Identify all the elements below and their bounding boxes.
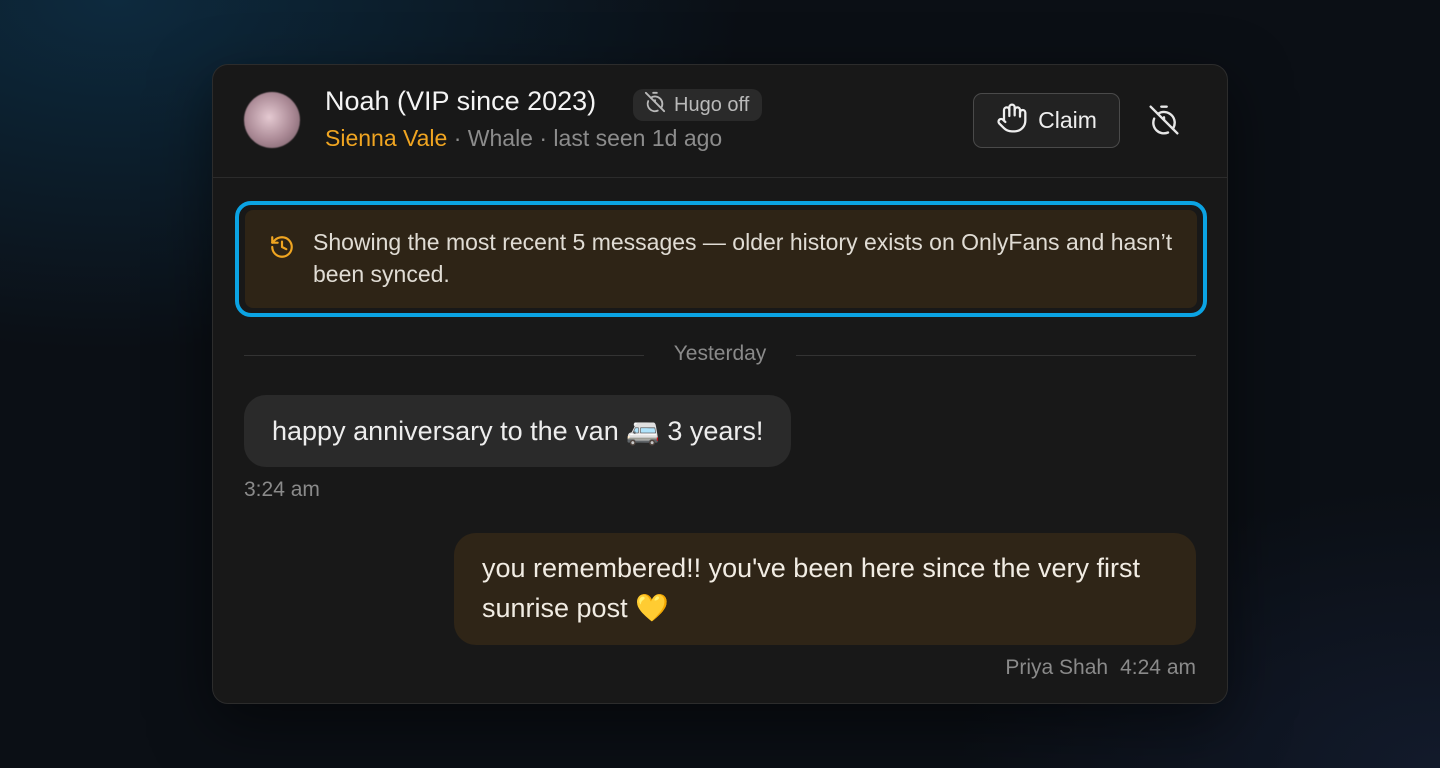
outgoing-message[interactable]: you remembered!! you've been here since …: [454, 533, 1196, 645]
history-icon: [269, 234, 295, 265]
conversation-header: Noah (VIP since 2023) Hugo off Sienna Va…: [213, 65, 1227, 178]
hugo-badge-label: Hugo off: [674, 93, 750, 116]
outgoing-message-meta: Priya Shah 4:24 am: [1005, 656, 1196, 680]
incoming-message-time: 3:24 am: [244, 478, 320, 501]
message-sender: Priya Shah: [1005, 656, 1109, 679]
fan-meta: · Whale · last seen 1d ago: [447, 125, 723, 151]
history-notice: Showing the most recent 5 messages — old…: [245, 210, 1197, 308]
fan-subline: Sienna Vale · Whale · last seen 1d ago: [325, 125, 722, 152]
history-notice-text: Showing the most recent 5 messages — old…: [313, 229, 1173, 287]
hugo-toggle-button[interactable]: [1143, 101, 1185, 143]
avatar[interactable]: [244, 92, 300, 148]
incoming-message[interactable]: happy anniversary to the van 🚐 3 years!: [244, 395, 792, 467]
history-notice-focus: Showing the most recent 5 messages — old…: [235, 201, 1207, 317]
claim-label: Claim: [1038, 107, 1097, 133]
hand-icon: [996, 102, 1028, 140]
creator-name[interactable]: Sienna Vale: [325, 125, 447, 151]
claim-button[interactable]: Claim: [973, 93, 1120, 148]
divider-line: [796, 355, 1196, 356]
timer-off-icon: [644, 91, 666, 119]
date-divider: Yesterday: [244, 339, 1196, 371]
outgoing-message-time: 4:24 am: [1120, 656, 1196, 679]
fan-name: Noah (VIP since 2023): [325, 86, 597, 116]
date-divider-label: Yesterday: [673, 342, 767, 365]
timer-off-icon: [1148, 104, 1180, 141]
conversation-card: Noah (VIP since 2023) Hugo off Sienna Va…: [212, 64, 1228, 704]
divider-line: [244, 355, 644, 356]
hugo-status-badge: Hugo off: [633, 89, 763, 121]
